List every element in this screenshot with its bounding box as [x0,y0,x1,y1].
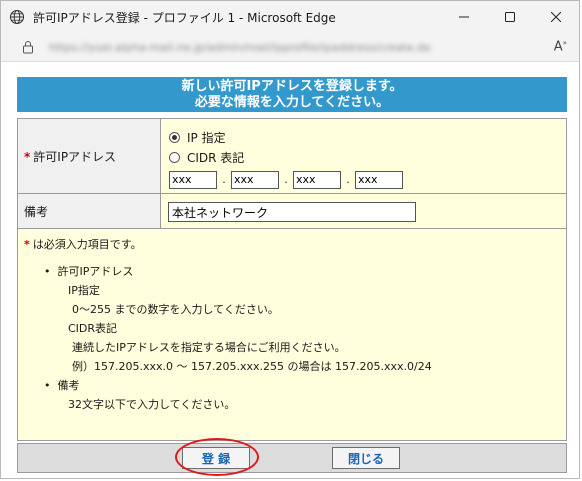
required-note: * は必須入力項目です。 [24,235,566,254]
note-cidr-desc: 連続したIPアドレスを指定する場合にご利用ください。 [72,341,346,354]
notes-cell: * は必須入力項目です。 • 許可IPアドレス IP指定 0～255 までの数字を… [17,228,567,441]
maximize-icon [505,12,515,22]
memo-value-cell [160,193,567,229]
url-text[interactable]: https://yuei.alpha-mail.ne.jp/admin/mail… [49,41,479,54]
globe-icon [9,9,25,25]
close-button[interactable]: 閉じる [332,447,400,469]
maximize-button[interactable] [487,1,533,33]
memo-label: 備考 [24,204,49,219]
note-ip-title: IP指定 [68,284,100,297]
page-content: 新しい許可IPアドレスを登録します。 必要な情報を入力してください。 * 許可IP… [17,77,567,476]
memo-input[interactable] [168,202,416,222]
header-line-2: 必要な情報を入力してください。 [194,95,390,110]
ip-octet-4[interactable] [355,170,403,189]
memo-row: 備考 [17,193,567,229]
header-line-1: 新しい許可IPアドレスを登録します。 [181,79,403,94]
note-ip-desc: 0～255 までの数字を入力してください。 [72,303,279,316]
note-cidr-title: CIDR表記 [68,322,118,335]
ip-address-row: *許可IPアドレス IP 指定 CIDR 表記 . . [17,118,567,194]
radio-ip-label[interactable]: IP 指定 [187,129,226,146]
notes-row: * は必須入力項目です。 • 許可IPアドレス IP指定 0～255 までの数字を… [17,228,567,441]
required-mark: * [24,149,31,164]
lock-icon[interactable] [21,40,35,54]
note-memo-desc: 32文字以下で入力してください。 [68,398,236,411]
octet-dot: . [346,173,350,186]
note-bullet-ip: • 許可IPアドレス [44,265,134,278]
radio-ip-option[interactable]: IP 指定 [169,128,566,148]
ip-address-label-cell: * 許可IPアドレス [17,118,161,194]
window-title: 許可IPアドレス登録 - プロファイル 1 - Microsoft Edge [33,10,336,25]
memo-label-cell: 備考 [17,193,161,229]
address-bar[interactable]: https://yuei.alpha-mail.ne.jp/admin/mail… [1,33,579,62]
minimize-button[interactable] [441,1,487,33]
minimize-icon [459,16,469,18]
octet-dot: . [284,173,288,186]
ip-octet-inputs: . . . [169,170,566,189]
ip-octet-1[interactable] [169,170,217,189]
register-button[interactable]: 登 録 [182,447,250,469]
note-cidr-example: 例）157.205.xxx.0 ～ 157.205.xxx.255 の場合は 1… [72,360,432,373]
note-bullet-memo-text: 備考 [57,379,80,392]
required-note-text: は必須入力項目です。 [32,238,142,251]
window-controls [441,1,579,33]
note-bullet-memo: • 備考 [44,379,80,392]
button-bar: 登 録 閉じる [17,438,567,476]
browser-window: 許可IPアドレス登録 - プロファイル 1 - Microsoft Edge h… [0,0,580,479]
ip-octet-3[interactable] [293,170,341,189]
radio-cidr[interactable] [169,152,180,163]
ip-octet-2[interactable] [231,170,279,189]
radio-cidr-option[interactable]: CIDR 表記 [169,148,566,168]
ip-form-table: *許可IPアドレス IP 指定 CIDR 表記 . . [17,118,567,441]
ip-address-value-cell: IP 指定 CIDR 表記 . . . [160,118,567,194]
note-bullet-ip-text: 許可IPアドレス [57,265,134,278]
close-window-button[interactable] [533,1,579,33]
radio-ip[interactable] [169,132,180,143]
title-bar[interactable]: 許可IPアドレス登録 - プロファイル 1 - Microsoft Edge [1,1,579,33]
ip-address-label: 許可IPアドレス [33,149,117,164]
page-header: 新しい許可IPアドレスを登録します。 必要な情報を入力してください。 [17,77,567,112]
octet-dot: . [222,173,226,186]
radio-cidr-label[interactable]: CIDR 表記 [187,149,244,166]
close-icon [551,12,561,22]
read-aloud-icon[interactable]: A» [554,39,567,54]
required-mark: * [24,238,30,251]
